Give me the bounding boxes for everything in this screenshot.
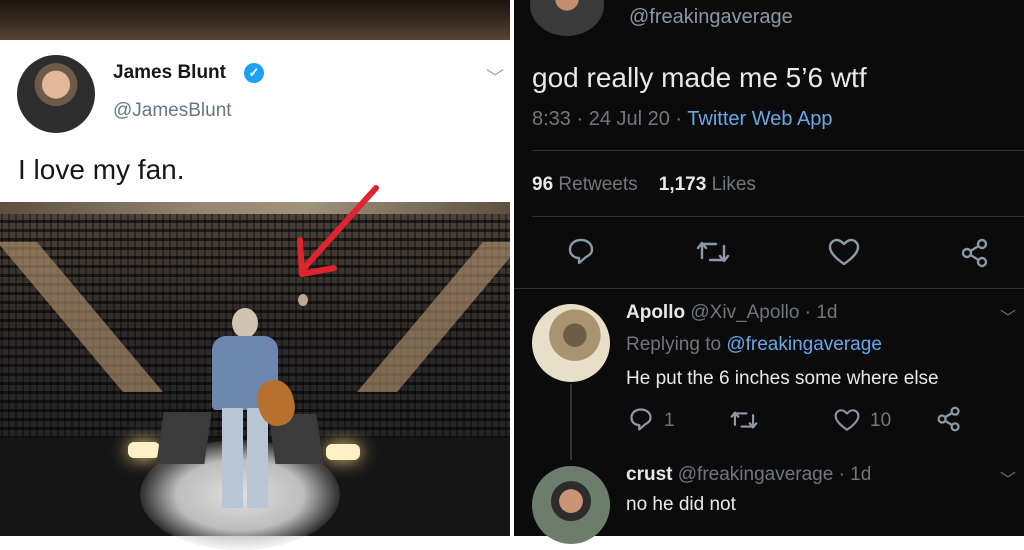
chevron-down-icon[interactable]: ﹀: [486, 64, 504, 90]
reply-text: no he did not: [626, 494, 736, 515]
stage-light-left: [128, 442, 160, 458]
tweet-author-handle[interactable]: @JamesBlunt: [113, 100, 232, 122]
replying-to-handle[interactable]: @freakingaverage: [726, 334, 882, 355]
lone-fan: [298, 294, 308, 306]
tweet-stats: 96 Retweets 1,173 Likes: [532, 174, 756, 196]
chevron-down-icon[interactable]: ﹀: [1000, 304, 1016, 328]
retweet-icon[interactable]: [730, 408, 758, 432]
retweets-label[interactable]: Retweets: [558, 174, 637, 195]
crust-avatar[interactable]: [532, 466, 610, 544]
tweet-meta: 8:33 · 24 Jul 20 · Twitter Web App: [532, 108, 833, 131]
comment-icon[interactable]: [566, 236, 596, 266]
retweets-count[interactable]: 96: [532, 174, 553, 195]
reply-author-name[interactable]: crust: [626, 464, 672, 485]
tweet-text: god really made me 5’6 wtf: [532, 62, 867, 93]
reply-text: He put the 6 inches some where else: [626, 368, 939, 389]
share-icon[interactable]: [960, 238, 990, 268]
thread-line: [570, 384, 572, 460]
tweet-author-name[interactable]: James Blunt: [113, 62, 226, 84]
check-badge-icon: ✓: [244, 63, 264, 83]
share-icon[interactable]: [936, 406, 962, 432]
divider: [532, 150, 1024, 151]
comment-icon[interactable]: [628, 406, 654, 432]
james-blunt-avatar[interactable]: [17, 55, 95, 133]
reply-author-handle[interactable]: @freakingaverage · 1d: [678, 464, 872, 485]
apollo-avatar[interactable]: [532, 304, 610, 382]
panel-divider: [510, 0, 514, 536]
stage-light-right: [326, 444, 360, 460]
replying-to: Replying to @freakingaverage: [626, 334, 882, 356]
performer-head: [232, 308, 258, 338]
replying-to-label: Replying to: [626, 334, 727, 355]
reply-author-handle[interactable]: @Xiv_Apollo · 1d: [690, 302, 837, 323]
divider: [514, 288, 1024, 289]
reply-count: 1: [664, 410, 675, 431]
chevron-down-icon[interactable]: ﹀: [1000, 466, 1016, 490]
stage-monitor-left: [156, 412, 212, 464]
likes-count[interactable]: 1,173: [659, 174, 707, 195]
heart-icon[interactable]: [834, 408, 860, 432]
performer-legs: [222, 408, 268, 508]
reply-header: Apollo @Xiv_Apollo · 1d: [626, 302, 837, 324]
heart-icon[interactable]: [828, 238, 860, 266]
tweet-author-handle[interactable]: @freakingaverage: [629, 6, 793, 29]
reply-header: crust @freakingaverage · 1d: [626, 464, 871, 486]
red-arrow-icon: [297, 185, 379, 277]
tweet-source-link[interactable]: Twitter Web App: [687, 108, 832, 130]
tweet-text: I love my fan.: [18, 154, 185, 185]
likes-label[interactable]: Likes: [712, 174, 756, 195]
like-count: 10: [870, 410, 892, 431]
retweet-icon[interactable]: [696, 238, 730, 266]
reply-author-name[interactable]: Apollo: [626, 302, 685, 323]
photo-strip-top: [0, 0, 510, 40]
divider: [532, 216, 1024, 217]
tweet-timestamp: 8:33 · 24 Jul 20 ·: [532, 108, 688, 130]
